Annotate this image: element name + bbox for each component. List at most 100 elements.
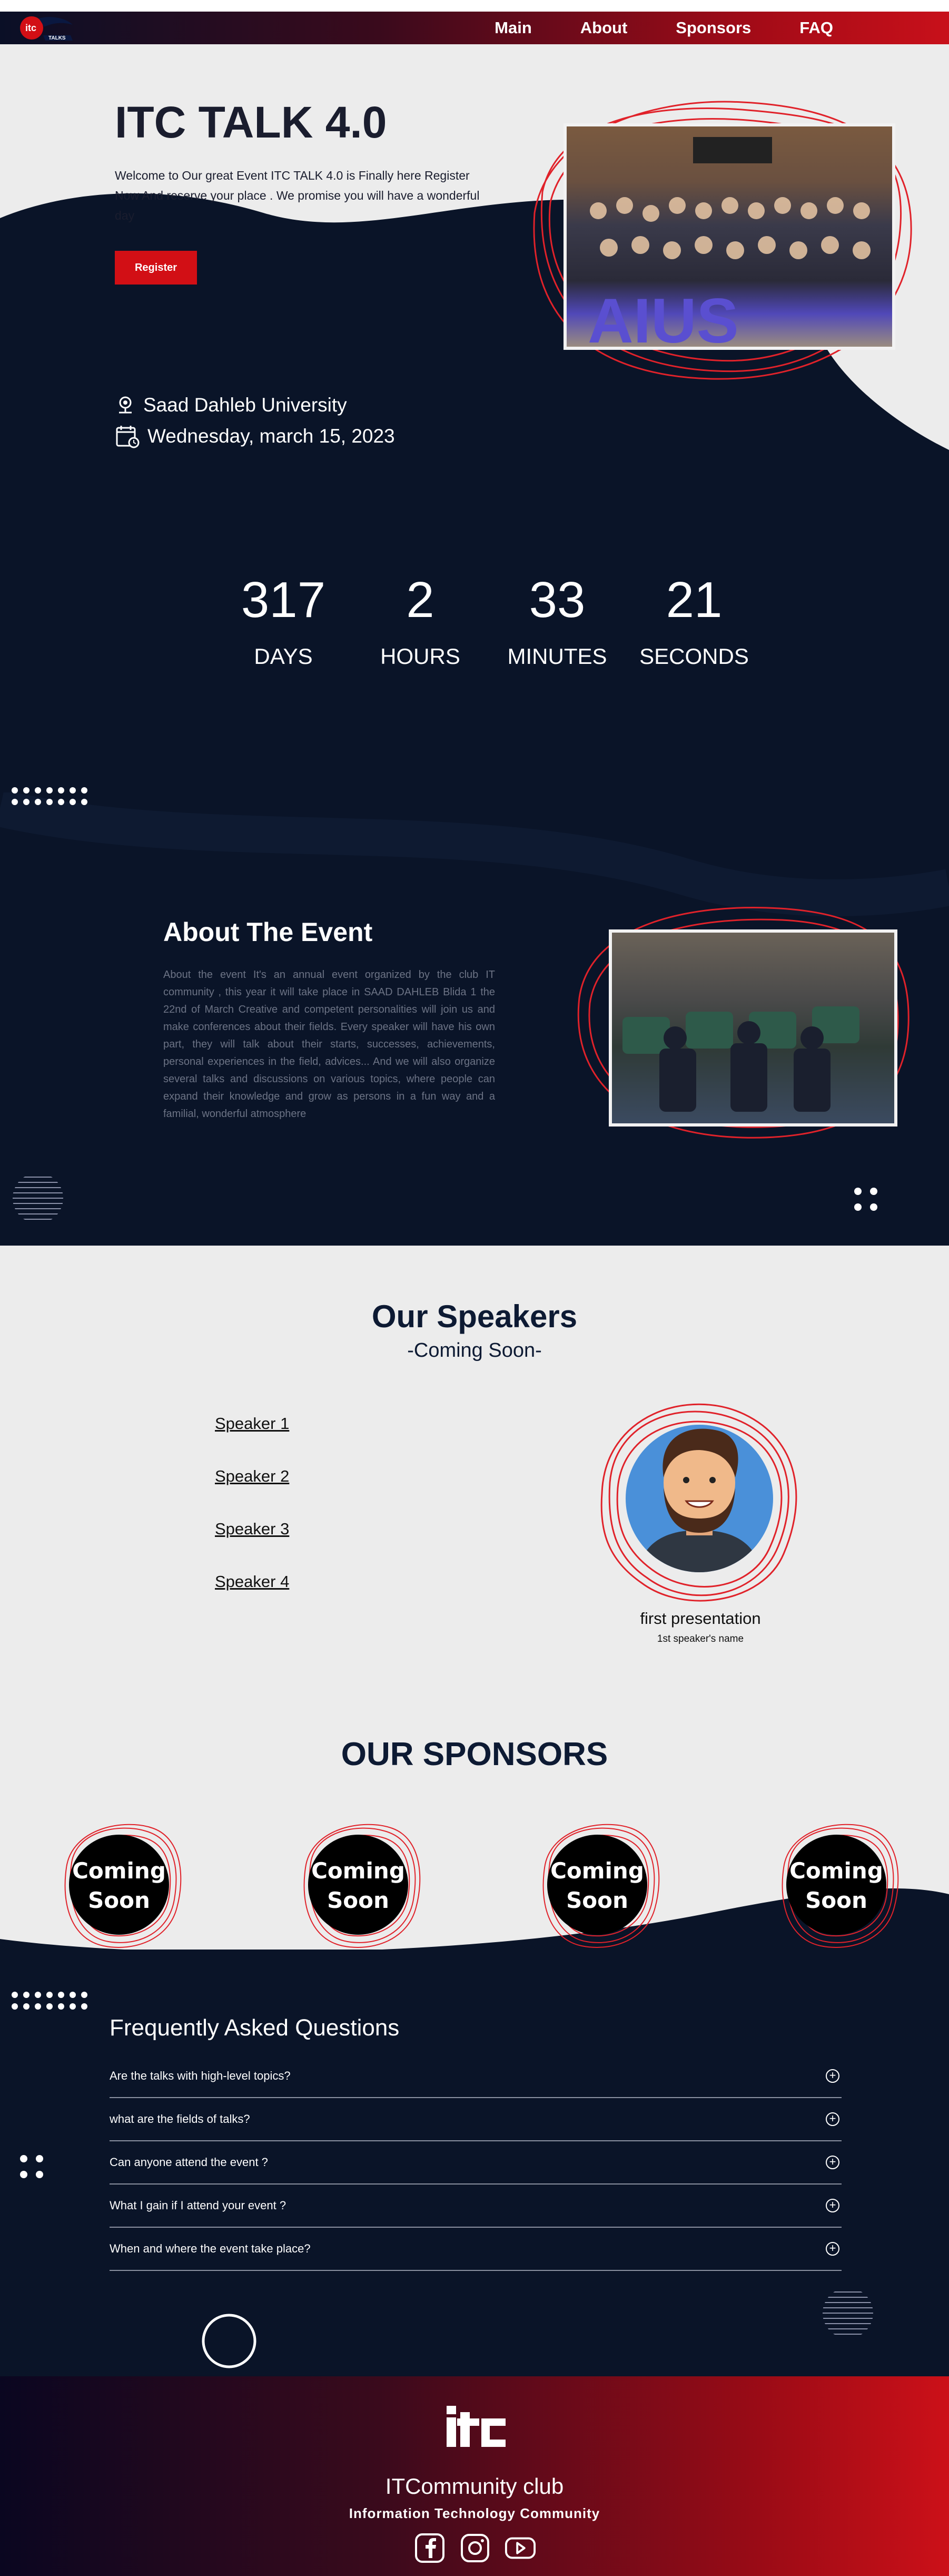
sponsor-badge-line2: Soon: [566, 1887, 628, 1913]
youtube-icon[interactable]: [505, 2532, 536, 2564]
striped-circle-decoration: [13, 1177, 63, 1220]
instagram-icon[interactable]: [459, 2532, 491, 2564]
faq-item[interactable]: Are the talks with high-level topics? +: [110, 2055, 842, 2098]
location-text: Saad Dahleb University: [143, 394, 347, 416]
svg-text:AIUS: AIUS: [588, 286, 739, 350]
logo-text: itc: [25, 23, 36, 33]
avatar-icon: [600, 1403, 797, 1602]
location-pin-icon: [119, 396, 132, 414]
nav-link-sponsors[interactable]: Sponsors: [676, 18, 751, 37]
about-audience-photo: [609, 929, 897, 1127]
about-photo-frame: [569, 903, 916, 1145]
hero-photo-frame: AIUS: [527, 97, 916, 381]
plus-circle-icon[interactable]: +: [826, 2112, 839, 2126]
sponsor-badge-line1: Coming: [550, 1858, 644, 1884]
countdown-value: 2: [406, 572, 434, 628]
faq-question: Can anyone attend the event ?: [110, 2156, 268, 2169]
faq-item[interactable]: what are the fields of talks? +: [110, 2098, 842, 2141]
footer-club-name: ITCommunity club: [385, 2474, 564, 2499]
social-links: [414, 2532, 536, 2564]
sponsor-badge: Coming Soon: [529, 1815, 666, 1952]
sponsor-badge-line2: Soon: [88, 1887, 150, 1913]
sponsor-badge-line2: Soon: [327, 1887, 389, 1913]
faq-item[interactable]: When and where the event take place? +: [110, 2228, 842, 2271]
plus-circle-icon[interactable]: +: [826, 2242, 839, 2256]
about-title: About The Event: [163, 917, 373, 947]
event-location: Saad Dahleb University: [115, 394, 347, 416]
speaker-link[interactable]: Speaker 3: [215, 1520, 289, 1539]
countdown-label: DAYS: [254, 644, 313, 669]
countdown-days: 317 DAYS: [225, 571, 341, 669]
register-button[interactable]: Register: [115, 251, 197, 285]
faq-item[interactable]: What I gain if I attend your event ? +: [110, 2185, 842, 2228]
audience-illustration: [622, 1006, 859, 1112]
faq-section: Frequently Asked Questions Are the talks…: [0, 1950, 949, 2376]
faq-title: Frequently Asked Questions: [110, 2015, 400, 2041]
date-text: Wednesday, march 15, 2023: [147, 425, 395, 447]
dot-pattern-decoration: [20, 2155, 43, 2178]
countdown-hours: 2 HOURS: [362, 571, 478, 669]
countdown-minutes: 33 MINUTES: [499, 571, 615, 669]
speaker-link[interactable]: Speaker 4: [215, 1572, 289, 1591]
sponsor-logo: Coming Soon: [542, 1824, 660, 1948]
faq-question: When and where the event take place?: [110, 2242, 311, 2255]
sponsor-badge-line2: Soon: [805, 1887, 867, 1913]
plus-circle-icon[interactable]: +: [826, 2069, 839, 2083]
hero-title: ITC TALK 4.0: [115, 97, 387, 147]
speakers-title: Our Speakers: [371, 1299, 578, 1334]
about-text: About the event It's an annual event org…: [163, 969, 495, 1120]
nav-link-faq[interactable]: FAQ: [799, 18, 833, 37]
countdown-timer: 317 DAYS 2 HOURS 33 MINUTES 21 SECONDS: [225, 571, 752, 669]
sponsor-badge-line1: Coming: [72, 1858, 166, 1884]
speaker-link[interactable]: Speaker 2: [215, 1467, 289, 1486]
countdown-seconds: 21 SECONDS: [636, 571, 752, 669]
sponsor-logo: Coming Soon: [782, 1824, 899, 1948]
nav-link-main[interactable]: Main: [495, 18, 532, 37]
hero-group-photo: AIUS: [564, 123, 895, 350]
footer: ITCommunity club Information Technology …: [0, 2376, 949, 2576]
top-navbar: itc TALKS Main About Sponsors FAQ: [0, 12, 949, 44]
circle-outline-decoration: [202, 2314, 256, 2368]
logo-subtext: TALKS: [48, 35, 66, 41]
speaker-link[interactable]: Speaker 1: [215, 1414, 289, 1433]
countdown-label: MINUTES: [507, 644, 607, 669]
countdown-value: 21: [666, 572, 723, 628]
dot-pattern-decoration: [12, 787, 87, 805]
itc-logo-icon: [447, 2406, 506, 2447]
sponsor-badge-line1: Coming: [789, 1858, 883, 1884]
event-date: Wednesday, march 15, 2023: [115, 424, 395, 449]
speaker-list: Speaker 1 Speaker 2 Speaker 3 Speaker 4: [215, 1414, 289, 1625]
speaker-avatar: [589, 1388, 810, 1609]
sponsor-badge: Coming Soon: [51, 1815, 187, 1952]
speakers-section: Our Speakers -Coming Soon- Speaker 1 Spe…: [0, 1246, 949, 1730]
crowd-illustration: AIUS: [588, 137, 871, 350]
sponsor-badge-line1: Coming: [311, 1858, 405, 1884]
sponsor-logo: Coming Soon: [303, 1824, 421, 1948]
faq-item[interactable]: Can anyone attend the event ? +: [110, 2141, 842, 2185]
countdown-label: SECONDS: [639, 644, 749, 669]
nav-links: Main About Sponsors FAQ: [446, 12, 833, 44]
countdown-value: 317: [241, 572, 326, 628]
faq-list: Are the talks with high-level topics? + …: [110, 2055, 842, 2271]
sponsors-title: OUR SPONSORS: [341, 1736, 608, 1772]
nav-link-about[interactable]: About: [580, 18, 628, 37]
faq-question: Are the talks with high-level topics?: [110, 2069, 291, 2082]
hero-description: Welcome to Our great Event ITC TALK 4.0 …: [115, 169, 480, 222]
calendar-icon: [116, 426, 140, 448]
sponsors-section: OUR SPONSORS Coming Soon Coming Soon Com…: [0, 1686, 949, 1950]
plus-circle-icon[interactable]: +: [826, 2156, 839, 2169]
presentation-title: first presentation: [640, 1609, 761, 1628]
footer-subtitle: Information Technology Community: [349, 2505, 600, 2521]
speakers-subtitle: -Coming Soon-: [407, 1339, 542, 1362]
countdown-label: HOURS: [380, 644, 460, 669]
striped-circle-decoration: [823, 2291, 873, 2335]
itc-talks-logo[interactable]: itc TALKS: [18, 14, 76, 42]
facebook-icon[interactable]: [414, 2532, 446, 2564]
sponsor-logo: Coming Soon: [64, 1824, 182, 1948]
speaker-name: 1st speaker's name: [657, 1633, 744, 1644]
hero-section: ITC TALK 4.0 Welcome to Our great Event …: [0, 44, 949, 1246]
plus-circle-icon[interactable]: +: [826, 2199, 839, 2212]
sponsor-badge: Coming Soon: [290, 1815, 427, 1952]
countdown-value: 33: [529, 572, 586, 628]
sponsor-badge: Coming Soon: [768, 1815, 905, 1952]
